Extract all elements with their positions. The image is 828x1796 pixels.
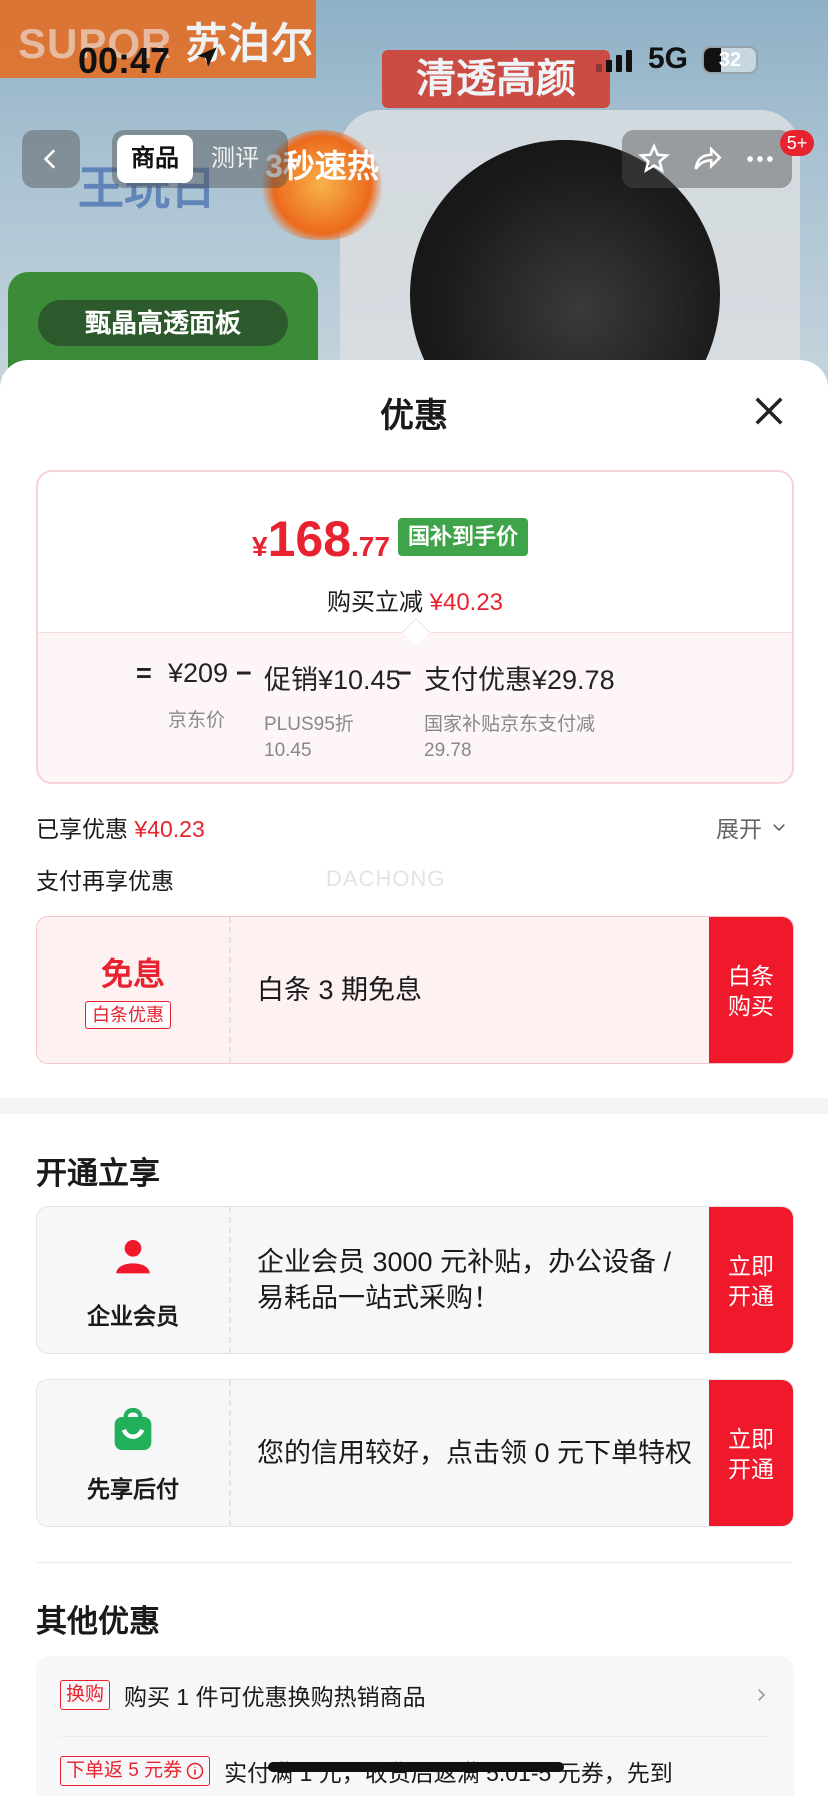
formula-promotion: 促销¥10.45	[264, 665, 401, 695]
divider-line	[36, 1562, 792, 1563]
share-icon[interactable]	[690, 142, 724, 176]
discount-sheet: 优惠 ¥168.77 国补到手价 购买立减 ¥40.23 = ¥209 − 促销…	[0, 360, 828, 1796]
nav-tabs: 商品 测评	[112, 130, 288, 188]
star-icon[interactable]	[637, 142, 671, 176]
status-time: 00:47	[78, 40, 171, 81]
coupon-divider	[229, 917, 231, 1063]
enjoyed-discount: 已享优惠 ¥40.23	[36, 816, 205, 842]
chevron-left-icon	[43, 149, 56, 169]
more-icon[interactable]	[743, 142, 777, 176]
pay-later-desc: 您的信用较好，点击领 0 元下单特权	[257, 1438, 693, 1468]
baitiao-coupon: 免息 白条优惠 白条 3 期免息 白条购买	[36, 916, 794, 1064]
pay-more-title: 支付再享优惠	[36, 868, 174, 894]
divider-line	[60, 1736, 770, 1737]
instant-reduction: 购买立减 ¥40.23	[326, 589, 504, 616]
formula-payment-discount: 支付优惠¥29.78	[424, 665, 615, 695]
person-icon	[116, 1240, 150, 1274]
location-arrow-icon	[197, 47, 217, 67]
baitiao-buy-button[interactable]: 白条购买	[709, 917, 793, 1063]
chevron-right-icon	[758, 1689, 766, 1701]
coupon-divider	[229, 1207, 231, 1353]
tab-review[interactable]: 测评	[197, 135, 273, 183]
baitiao-tag: 白条优惠	[85, 1001, 171, 1029]
other-offers-list: 换购 购买 1 件可优惠换购热销商品 下单返 5 元券 实付满 1 元，收货后返…	[36, 1656, 794, 1796]
enterprise-member-label: 企业会员	[87, 1303, 179, 1329]
enterprise-member-desc: 企业会员 3000 元补贴，办公设备 / 易耗品一站式采购！	[257, 1247, 672, 1313]
chevron-down-icon	[773, 824, 785, 832]
coupon-left: 企业会员	[37, 1207, 229, 1353]
expand-button[interactable]: 展开	[716, 810, 788, 844]
back-button[interactable]	[22, 130, 80, 188]
coupon-left: 先享后付	[37, 1380, 229, 1526]
product-slogan: 清透高颜	[382, 50, 610, 108]
formula-jd-price: ¥209	[168, 658, 229, 688]
payment-discount-label: 国家补贴京东支付减 29.78	[424, 714, 596, 761]
nav-actions	[622, 130, 792, 188]
open-section-title: 开通立享	[36, 1156, 160, 1191]
baitiao-desc: 白条 3 期免息	[257, 975, 423, 1005]
battery-icon: 32	[702, 46, 758, 74]
pay-later-open-button[interactable]: 立即开通	[709, 1380, 793, 1526]
formula-minus: −	[236, 658, 252, 688]
message-badge: 5+	[780, 130, 814, 156]
shopping-bag-icon	[114, 1407, 152, 1450]
promotion-label: PLUS95折 10.45	[264, 714, 354, 761]
signal-icon	[596, 50, 632, 72]
coupon-left: 免息 白条优惠	[37, 917, 229, 1063]
home-indicator	[268, 1762, 564, 1772]
price-type-badge: 国补到手价	[398, 518, 529, 556]
tab-product[interactable]: 商品	[117, 135, 193, 183]
interest-free-title: 免息	[100, 956, 165, 992]
section-separator	[0, 1098, 828, 1114]
enterprise-member-card: 企业会员 企业会员 3000 元补贴，办公设备 / 易耗品一站式采购！ 立即开通	[36, 1206, 794, 1354]
coupon-return-tag: 下单返 5 元券	[60, 1756, 211, 1786]
price-card: ¥168.77 国补到手价 购买立减 ¥40.23 = ¥209 − 促销¥10…	[36, 470, 794, 784]
offer-text: 购买 1 件可优惠换购热销商品	[124, 1684, 426, 1710]
formula-equals: =	[136, 658, 152, 688]
price-breakdown	[38, 632, 792, 782]
final-price: ¥168.77	[252, 511, 390, 567]
watermark: DACHONG	[326, 866, 446, 891]
feature-tag: 甄晶高透面板	[38, 300, 288, 346]
pay-later-card: 先享后付 您的信用较好，点击领 0 元下单特权 立即开通	[36, 1379, 794, 1527]
network-type: 5G	[648, 42, 689, 75]
coupon-divider	[229, 1380, 231, 1526]
trade-up-tag: 换购	[60, 1680, 111, 1710]
battery-level: 32	[718, 49, 742, 71]
sheet-title: 优惠	[380, 397, 448, 435]
pay-later-label: 先享后付	[87, 1476, 179, 1502]
close-icon[interactable]	[748, 390, 790, 432]
other-section-title: 其他优惠	[36, 1604, 160, 1639]
list-item[interactable]: 换购 购买 1 件可优惠换购热销商品	[60, 1678, 770, 1712]
info-icon[interactable]	[186, 1762, 204, 1780]
enterprise-open-button[interactable]: 立即开通	[709, 1207, 793, 1353]
formula-minus: −	[396, 658, 412, 688]
jd-price-label: 京东价	[168, 710, 226, 731]
